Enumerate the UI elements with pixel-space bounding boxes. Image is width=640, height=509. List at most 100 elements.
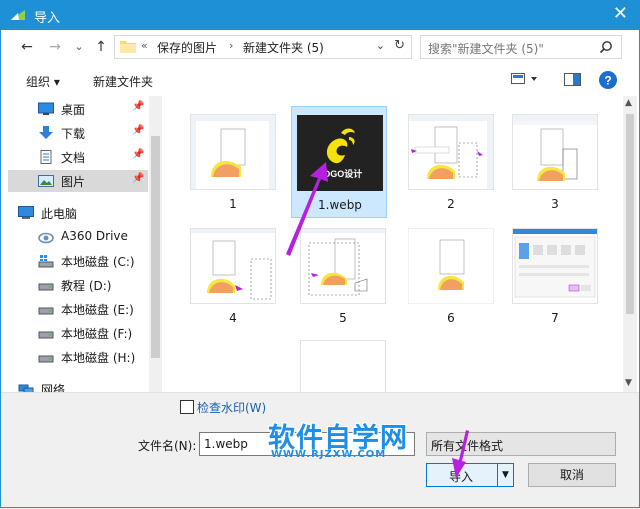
- sidebar-scrollbar[interactable]: [149, 96, 162, 392]
- sidebar-item-desktop[interactable]: 桌面 📌: [8, 98, 148, 120]
- file-item[interactable]: 5: [295, 220, 391, 332]
- file-item[interactable]: 1: [185, 106, 281, 218]
- thumbnail-image: [190, 228, 276, 304]
- thumbnail-image: [512, 228, 598, 304]
- breadcrumb-saved-pictures[interactable]: 保存的图片: [157, 39, 217, 56]
- pin-icon[interactable]: 📌: [132, 173, 144, 184]
- thumbnail-image: [512, 114, 598, 190]
- thumbnail-image: [300, 228, 386, 304]
- cloud-drive-icon: [38, 232, 54, 244]
- file-item[interactable]: 4: [185, 220, 281, 332]
- windows-drive-icon: [38, 255, 54, 268]
- import-button-label: 导入: [448, 470, 473, 484]
- cancel-button[interactable]: 取消: [528, 463, 616, 487]
- file-item[interactable]: 6: [403, 220, 499, 332]
- thumbnail-image: [408, 228, 494, 304]
- file-item[interactable]: 3: [507, 106, 603, 218]
- view-options-icon[interactable]: [511, 73, 539, 87]
- recent-locations-icon[interactable]: ⌄: [70, 38, 88, 56]
- address-dropdown-icon[interactable]: ⌄: [376, 39, 385, 52]
- sidebar-item-downloads[interactable]: 下载 📌: [8, 122, 148, 144]
- drive-icon: [38, 355, 54, 363]
- file-name: 1.webp: [318, 198, 362, 212]
- sidebar-item-label: A360 Drive: [61, 229, 128, 243]
- pin-icon[interactable]: 📌: [132, 149, 144, 160]
- logo-text: LOGO设计: [318, 168, 363, 179]
- drive-icon: [38, 331, 54, 339]
- sidebar-item-drive-h[interactable]: 本地磁盘 (H:): [8, 346, 148, 368]
- file-name: 3: [551, 197, 559, 211]
- chevron-down-icon: ⌄: [431, 437, 441, 450]
- new-folder-button[interactable]: 新建文件夹: [93, 73, 153, 90]
- sidebar-item-label: 本地磁盘 (F:): [61, 327, 133, 341]
- file-name: 6: [447, 311, 455, 325]
- file-name: 2: [447, 197, 455, 211]
- file-list-scrollbar[interactable]: ▲ ▼: [623, 96, 637, 392]
- scroll-up-icon[interactable]: ▲: [625, 98, 632, 108]
- search-icon: [599, 41, 612, 54]
- sidebar-item-label: 图片: [61, 175, 86, 189]
- scroll-down-icon[interactable]: ▼: [625, 378, 632, 388]
- sidebar-item-label: 此电脑: [41, 207, 78, 221]
- filename-label: 文件名(N):: [138, 439, 197, 453]
- import-button[interactable]: 导入 ▼: [426, 463, 514, 487]
- computer-icon: [18, 206, 34, 219]
- close-icon[interactable]: ✕: [613, 5, 628, 23]
- sidebar-item-drive-e[interactable]: 本地磁盘 (E:): [8, 298, 148, 320]
- refresh-icon[interactable]: ↻: [394, 38, 405, 53]
- thumbnail-image: LOGO设计: [297, 115, 383, 191]
- file-item[interactable]: 2: [403, 106, 499, 218]
- sidebar-item-drive-f[interactable]: 本地磁盘 (F:): [8, 322, 148, 344]
- sidebar-item-documents[interactable]: 文档 📌: [8, 146, 148, 168]
- site-watermark: 软件自学网 WWW.RJZXW.COM: [268, 416, 418, 464]
- breadcrumb-overflow[interactable]: «: [141, 39, 148, 52]
- watermark-url: WWW.RJZXW.COM: [271, 449, 387, 460]
- navigation-pane: 桌面 📌 下载 📌 文档 📌 图片 📌 此电脑 A360 Drive 本地磁盘 …: [8, 96, 163, 392]
- sidebar-item-label: 网络: [41, 383, 66, 392]
- folder-icon: [120, 41, 136, 53]
- drive-icon: [38, 283, 54, 291]
- watermark-checkbox[interactable]: [180, 400, 194, 414]
- back-arrow-icon[interactable]: ←: [18, 38, 36, 56]
- import-options-dropdown-icon[interactable]: ▼: [497, 464, 513, 486]
- file-item[interactable]: [295, 332, 391, 392]
- preview-pane-icon[interactable]: [564, 73, 582, 87]
- pictures-icon: [38, 175, 54, 187]
- scrollbar-thumb[interactable]: [151, 136, 160, 358]
- sidebar-item-label: 教程 (D:): [61, 279, 112, 293]
- desktop-icon: [38, 102, 54, 115]
- address-bar[interactable]: « 保存的图片 › 新建文件夹 (5) ⌄ ↻: [114, 35, 412, 59]
- file-name: 5: [339, 311, 347, 325]
- sidebar-item-drive-d[interactable]: 教程 (D:): [8, 274, 148, 296]
- sidebar-item-network[interactable]: 网络: [8, 378, 128, 392]
- sidebar-item-this-pc[interactable]: 此电脑: [8, 202, 128, 224]
- thumbnail-image: [300, 340, 386, 392]
- thumbnail-image: [408, 114, 494, 190]
- forward-arrow-icon[interactable]: →: [46, 38, 64, 56]
- up-arrow-icon[interactable]: ↑: [92, 38, 110, 56]
- sidebar-item-label: 文档: [61, 151, 86, 165]
- search-placeholder: 搜索"新建文件夹 (5)": [428, 42, 544, 56]
- sidebar-item-drive-c[interactable]: 本地磁盘 (C:): [8, 250, 148, 272]
- file-item[interactable]: LOGO设计 1.webp: [291, 106, 387, 218]
- drive-icon: [38, 307, 54, 315]
- sidebar-item-pictures[interactable]: 图片 📌: [8, 170, 148, 192]
- breadcrumb-new-folder-5[interactable]: 新建文件夹 (5): [243, 39, 324, 56]
- sidebar-item-a360-drive[interactable]: A360 Drive: [8, 226, 148, 248]
- help-icon[interactable]: ?: [598, 70, 618, 90]
- file-item[interactable]: 7: [507, 220, 603, 332]
- navigation-bar: ← → ⌄ ↑ « 保存的图片 › 新建文件夹 (5) ⌄ ↻ 搜索"新建文件夹…: [0, 30, 640, 64]
- pin-icon[interactable]: 📌: [132, 125, 144, 136]
- network-icon: [18, 384, 34, 392]
- watermark-checkbox-label[interactable]: 检查水印(W): [197, 399, 266, 416]
- sidebar-item-label: 下载: [61, 127, 86, 141]
- command-bar: 组织 ▾ 新建文件夹 ?: [0, 64, 640, 96]
- search-box[interactable]: 搜索"新建文件夹 (5)": [420, 35, 622, 59]
- pin-icon[interactable]: 📌: [132, 101, 144, 112]
- window-title: 导入: [34, 11, 61, 26]
- filetype-select[interactable]: 所有文件格式 ⌄: [426, 432, 616, 456]
- scrollbar-thumb[interactable]: [626, 114, 634, 314]
- document-icon: [40, 150, 52, 164]
- logo-thumbnail: LOGO设计: [297, 115, 383, 191]
- organize-menu[interactable]: 组织 ▾: [26, 73, 60, 90]
